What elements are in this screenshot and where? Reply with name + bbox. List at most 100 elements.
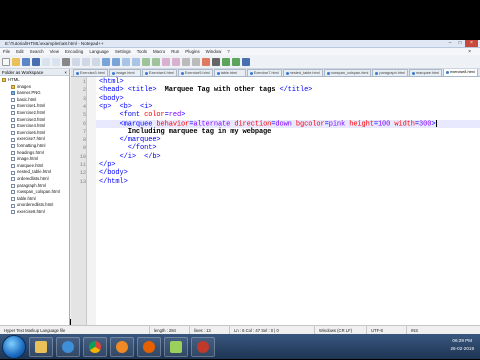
menu-settings[interactable]: Settings	[115, 49, 131, 54]
save-icon[interactable]	[22, 57, 30, 66]
tree-file[interactable]: marquee.html	[0, 163, 69, 170]
replace-icon[interactable]	[132, 57, 140, 66]
taskbar-chrome-icon[interactable]	[83, 336, 107, 357]
menu-run[interactable]: Run	[171, 49, 179, 54]
tree-folder[interactable]: HTML	[0, 77, 69, 84]
menu-search[interactable]: Search	[30, 49, 44, 54]
tab-exercise4-html[interactable]: Exercise4.html	[141, 69, 177, 76]
menu-encoding[interactable]: Encoding	[65, 49, 83, 54]
close-all-icon[interactable]	[52, 57, 60, 66]
tab-image-html[interactable]: image.html	[108, 69, 141, 76]
taskbar-recorder-icon[interactable]	[191, 336, 215, 357]
code-line[interactable]: </body>	[99, 169, 128, 177]
tab-exercise8-html[interactable]: exercise8.html	[443, 69, 478, 76]
tab-marquee-html[interactable]: marquee.html	[408, 69, 443, 76]
fold-margin[interactable]	[87, 77, 96, 325]
system-tray-clock[interactable]: 06:29 PM 26-02-2019	[451, 337, 475, 353]
tree-file[interactable]: unorderedlists.html	[0, 202, 69, 209]
play-macro-icon[interactable]	[222, 57, 230, 66]
tree-file[interactable]: image.html	[0, 156, 69, 163]
tree-file[interactable]: Exercise5.html	[0, 130, 69, 137]
save-macro-icon[interactable]	[242, 57, 250, 66]
taskbar-ie-icon[interactable]	[56, 336, 80, 357]
code-view[interactable]: 1 2 3 4 5 6 7 8 9 10 11 12 13 <html> <head> <title> M…	[71, 77, 480, 325]
code-line[interactable]: Including marquee tag in my webpage	[99, 128, 272, 136]
zoom-out-icon[interactable]	[152, 57, 160, 66]
tree-file[interactable]: Exercise2.html	[0, 110, 69, 117]
menu-language[interactable]: Language	[89, 49, 109, 54]
sync-scroll-icon[interactable]	[162, 57, 170, 66]
show-all-chars-icon[interactable]	[182, 57, 190, 66]
undo-icon[interactable]	[102, 57, 110, 66]
code-line[interactable]: </p>	[99, 161, 116, 169]
menu-help[interactable]: ?	[227, 49, 229, 54]
maximize-button[interactable]: □	[455, 40, 465, 47]
zoom-in-icon[interactable]	[142, 57, 150, 66]
panel-close-icon[interactable]: ×	[64, 69, 67, 76]
tree-file[interactable]: table.html	[0, 196, 69, 203]
taskbar-firefox-icon[interactable]	[137, 336, 161, 357]
menu-macro[interactable]: Macro	[153, 49, 165, 54]
tree-file[interactable]: Exercise1.html	[0, 103, 69, 110]
tree-file[interactable]: orderedlists.html	[0, 176, 69, 183]
taskbar-media-icon[interactable]	[110, 336, 134, 357]
tab-table-html[interactable]: table.html	[213, 69, 246, 76]
start-button[interactable]	[2, 334, 26, 359]
tree-file[interactable]: banner.PNG	[0, 90, 69, 97]
menu-tools[interactable]: Tools	[137, 49, 147, 54]
tab-nested_table-html[interactable]: nested_table.html	[282, 69, 323, 76]
copy-icon[interactable]	[82, 57, 90, 66]
code-line[interactable]: <body>	[99, 95, 124, 103]
open-file-icon[interactable]	[12, 57, 20, 66]
redo-icon[interactable]	[112, 57, 120, 66]
tree-file[interactable]: paragraph.html	[0, 183, 69, 190]
tree-file[interactable]: Exercise4.html	[0, 123, 69, 130]
cut-icon[interactable]	[72, 57, 80, 66]
code-line[interactable]: </marquee>	[99, 136, 161, 144]
tree-file[interactable]: basic.html	[0, 97, 69, 104]
code-line[interactable]: <p> <b> <i>	[99, 103, 152, 111]
indent-guide-icon[interactable]	[192, 57, 200, 66]
menu-file[interactable]: File	[3, 49, 10, 54]
close-button[interactable]: ×	[465, 40, 478, 47]
record-macro-icon[interactable]	[202, 57, 210, 66]
menu-view[interactable]: View	[50, 49, 59, 54]
tab-exercise5-html[interactable]: Exercise5.html	[177, 69, 213, 76]
code-line[interactable]: <font color=red>	[99, 111, 186, 119]
code-line[interactable]: </font>	[99, 144, 157, 152]
tab-paragraph-html[interactable]: paragraph.html	[372, 69, 408, 76]
tree-file[interactable]: rowspan_colspan.html	[0, 189, 69, 196]
code-line[interactable]: </html>	[99, 178, 128, 186]
menu-window[interactable]: Window	[206, 49, 222, 54]
tab-rowspan_colspan-html[interactable]: rowspan_colspan.html	[323, 69, 372, 76]
tab-exercise3-html[interactable]: Exercise3.html	[73, 69, 108, 76]
print-icon[interactable]	[62, 57, 70, 66]
tree-file[interactable]: Exercise3.html	[0, 117, 69, 124]
tree-file[interactable]: nested_table.html	[0, 169, 69, 176]
tab-label: Exercise5.html	[184, 70, 210, 75]
code-line[interactable]: <html>	[99, 78, 124, 86]
taskbar-notepadpp-icon[interactable]	[164, 336, 188, 357]
run-macro-icon[interactable]	[232, 57, 240, 66]
word-wrap-icon[interactable]	[172, 57, 180, 66]
find-icon[interactable]	[122, 57, 130, 66]
minimize-button[interactable]: –	[445, 40, 455, 47]
menu-plugins[interactable]: Plugins	[185, 49, 199, 54]
stop-macro-icon[interactable]	[212, 57, 220, 66]
paste-icon[interactable]	[92, 57, 100, 66]
tree-folder[interactable]: images	[0, 84, 69, 91]
save-all-icon[interactable]	[32, 57, 40, 66]
tree-file[interactable]: formatting.html	[0, 143, 69, 150]
tree-file[interactable]: exercise7.html	[0, 136, 69, 143]
tree-file[interactable]: headings.html	[0, 150, 69, 157]
close-file-icon[interactable]	[42, 57, 50, 66]
menu-edit[interactable]: Edit	[16, 49, 24, 54]
taskbar-explorer-icon[interactable]	[29, 336, 53, 357]
code-line[interactable]: </i> </b>	[99, 153, 161, 161]
code-line[interactable]: <head> <title> Marquee Tag with other ta…	[99, 86, 312, 94]
tree-file[interactable]: exercise8.html	[0, 209, 69, 216]
code-line[interactable]: <marquee behavior=alternate direction=do…	[96, 119, 480, 128]
new-file-icon[interactable]	[2, 57, 10, 66]
tab-exercise7-html[interactable]: Exercise7.html	[246, 69, 282, 76]
close-document-icon[interactable]: ×	[468, 49, 471, 55]
